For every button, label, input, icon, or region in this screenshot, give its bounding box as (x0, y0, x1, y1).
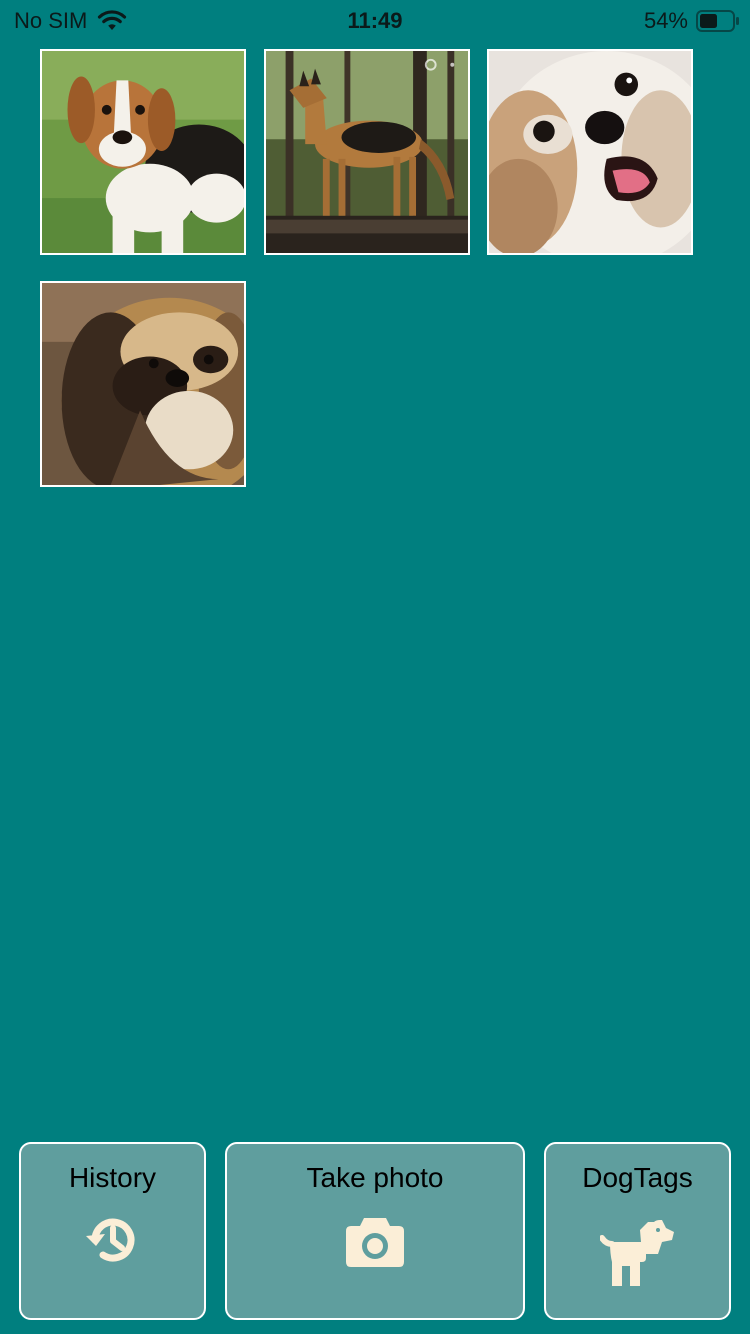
dogtags-button[interactable]: DogTags (544, 1142, 731, 1320)
shih-tzu-photo[interactable] (487, 49, 693, 255)
dogtags-label: DogTags (582, 1162, 693, 1193)
clock: 11:49 (347, 8, 403, 33)
history-button[interactable]: History (19, 1142, 206, 1320)
german-shepherd-photo[interactable] (264, 49, 470, 255)
beagle-photo[interactable] (40, 49, 246, 255)
status-bar: No SIM 11:49 54% (0, 0, 750, 40)
battery-percent: 54% (643, 8, 688, 33)
long-haired-dog-photo[interactable] (40, 281, 246, 487)
camera-icon (227, 1214, 523, 1268)
take-photo-button[interactable]: Take photo (225, 1142, 525, 1320)
take-photo-label: Take photo (306, 1162, 444, 1193)
status-right: 54% (644, 8, 740, 34)
battery-icon (696, 10, 740, 32)
history-icon (21, 1210, 204, 1270)
dog-icon (546, 1218, 729, 1288)
history-label: History (68, 1162, 157, 1193)
